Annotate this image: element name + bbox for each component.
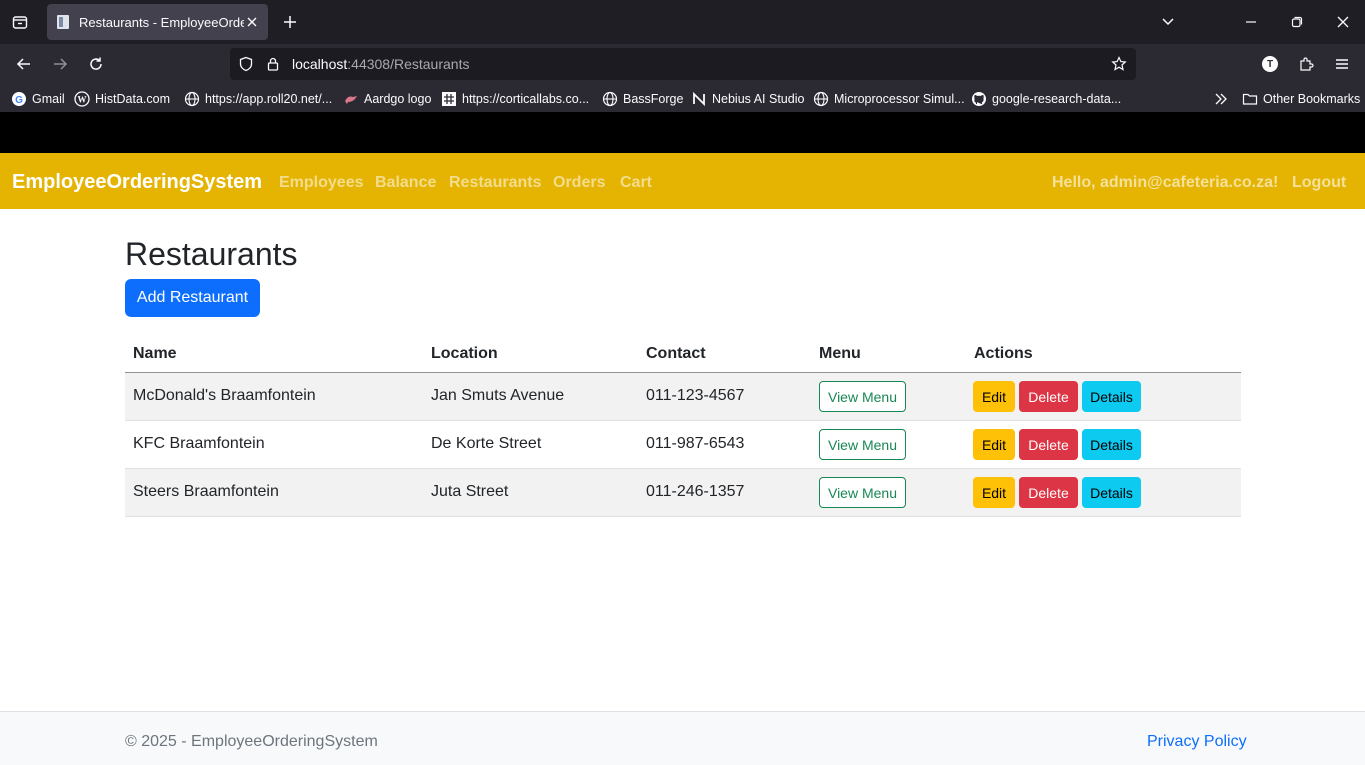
view-menu-button[interactable]: View Menu	[819, 429, 906, 460]
details-button[interactable]: Details	[1082, 477, 1141, 508]
column-header-actions: Actions	[974, 345, 1033, 362]
table-row: KFC Braamfontein De Korte Street 011-987…	[125, 421, 1241, 469]
restore-icon[interactable]	[1285, 10, 1309, 34]
url-bar[interactable]: localhost:44308/Restaurants	[230, 48, 1136, 80]
nav-balance[interactable]: Balance	[375, 174, 436, 192]
google-icon: G	[11, 91, 27, 107]
active-tab[interactable]: Restaurants - EmployeeOrderingSystem	[47, 4, 268, 40]
table-row: McDonald's Braamfontein Jan Smuts Avenue…	[125, 373, 1241, 421]
restaurant-name: KFC Braamfontein	[133, 435, 265, 452]
copyright-text: © 2025 - EmployeeOrderingSystem	[125, 733, 378, 750]
new-tab-icon[interactable]	[278, 10, 302, 34]
column-header-menu: Menu	[819, 345, 861, 362]
tracking-protection-icon[interactable]	[238, 56, 254, 77]
list-all-tabs-icon[interactable]	[1156, 10, 1180, 34]
aardvark-icon	[343, 91, 359, 107]
delete-button[interactable]: Delete	[1019, 381, 1078, 412]
svg-text:W: W	[78, 95, 87, 105]
lock-icon[interactable]	[265, 56, 281, 77]
edit-button[interactable]: Edit	[973, 429, 1015, 460]
menu-hamburger-icon[interactable]	[1330, 52, 1354, 76]
user-greeting[interactable]: Hello, admin@cafeteria.co.za!	[1052, 174, 1278, 192]
reload-icon[interactable]	[84, 52, 108, 76]
nav-employees[interactable]: Employees	[279, 174, 363, 192]
column-header-contact: Contact	[646, 345, 706, 362]
edit-button[interactable]: Edit	[973, 477, 1015, 508]
app-navbar: EmployeeOrderingSystem Employees Balance…	[0, 153, 1365, 209]
nav-orders[interactable]: Orders	[553, 174, 605, 192]
other-bookmarks[interactable]: Other Bookmarks	[1242, 90, 1360, 108]
page-top-strip	[0, 112, 1365, 153]
github-icon	[971, 91, 987, 107]
nav-cart[interactable]: Cart	[620, 174, 652, 192]
account-avatar-icon[interactable]: T	[1258, 52, 1282, 76]
tab-title: Restaurants - EmployeeOrderingSystem	[79, 14, 244, 30]
page-title: Restaurants	[125, 236, 298, 272]
column-header-location: Location	[431, 345, 498, 362]
back-icon[interactable]	[12, 52, 36, 76]
page-footer: © 2025 - EmployeeOrderingSystem Privacy …	[0, 711, 1365, 765]
nebius-icon	[691, 91, 707, 107]
bookmark-gmail[interactable]: G Gmail	[11, 90, 65, 108]
hash-icon	[441, 91, 457, 107]
tab-list-icon[interactable]	[8, 10, 32, 34]
bookmark-google-research[interactable]: google-research-data...	[971, 90, 1121, 108]
globe-icon	[813, 91, 829, 107]
browser-tab-bar: Restaurants - EmployeeOrderingSystem	[0, 0, 1365, 44]
bookmark-nebius[interactable]: Nebius AI Studio	[691, 90, 804, 108]
delete-button[interactable]: Delete	[1019, 429, 1078, 460]
close-tab-icon[interactable]	[244, 14, 260, 30]
bookmark-bassforge[interactable]: BassForge	[602, 90, 683, 108]
page-favicon-icon	[55, 14, 71, 30]
restaurant-location: De Korte Street	[431, 435, 542, 452]
bookmark-star-icon[interactable]	[1111, 56, 1127, 77]
bookmark-corticallabs[interactable]: https://corticallabs.co...	[441, 90, 589, 108]
column-header-name: Name	[133, 345, 177, 362]
nav-restaurants[interactable]: Restaurants	[449, 174, 541, 192]
details-button[interactable]: Details	[1082, 429, 1141, 460]
forward-icon[interactable]	[48, 52, 72, 76]
delete-button[interactable]: Delete	[1019, 477, 1078, 508]
view-menu-button[interactable]: View Menu	[819, 381, 906, 412]
close-window-icon[interactable]	[1331, 10, 1355, 34]
restaurant-contact: 011-123-4567	[646, 387, 745, 404]
privacy-policy-link[interactable]: Privacy Policy	[1147, 733, 1247, 751]
details-button[interactable]: Details	[1082, 381, 1141, 412]
restaurant-location: Juta Street	[431, 483, 509, 500]
wordpress-icon: W	[74, 91, 90, 107]
url-text[interactable]: localhost:44308/Restaurants	[292, 56, 469, 72]
view-menu-button[interactable]: View Menu	[819, 477, 906, 508]
edit-button[interactable]: Edit	[973, 381, 1015, 412]
add-restaurant-button[interactable]: Add Restaurant	[125, 279, 260, 317]
globe-icon	[184, 91, 200, 107]
extensions-icon[interactable]	[1294, 52, 1318, 76]
folder-icon	[1242, 91, 1258, 107]
bookmark-roll20[interactable]: https://app.roll20.net/...	[184, 90, 332, 108]
more-bookmarks-chevron-icon[interactable]	[1213, 90, 1229, 108]
bookmark-aardgo[interactable]: Aardgo logo	[343, 90, 431, 108]
bookmarks-bar: G Gmail W HistData.com https://app.roll2…	[0, 84, 1365, 112]
table-row: Steers Braamfontein Juta Street 011-246-…	[125, 469, 1241, 517]
logout-link[interactable]: Logout	[1292, 174, 1346, 192]
restaurant-contact: 011-987-6543	[646, 435, 745, 452]
brand-link[interactable]: EmployeeOrderingSystem	[12, 171, 262, 194]
browser-toolbar: localhost:44308/Restaurants T	[0, 44, 1365, 84]
bookmark-histdata[interactable]: W HistData.com	[74, 90, 170, 108]
restaurant-contact: 011-246-1357	[646, 483, 745, 500]
restaurant-name: McDonald's Braamfontein	[133, 387, 316, 404]
restaurant-location: Jan Smuts Avenue	[431, 387, 565, 404]
globe-icon	[602, 91, 618, 107]
svg-text:G: G	[15, 95, 23, 106]
restaurant-name: Steers Braamfontein	[133, 483, 279, 500]
bookmark-microprocessor[interactable]: Microprocessor Simul...	[813, 90, 965, 108]
minimize-icon[interactable]	[1239, 10, 1263, 34]
